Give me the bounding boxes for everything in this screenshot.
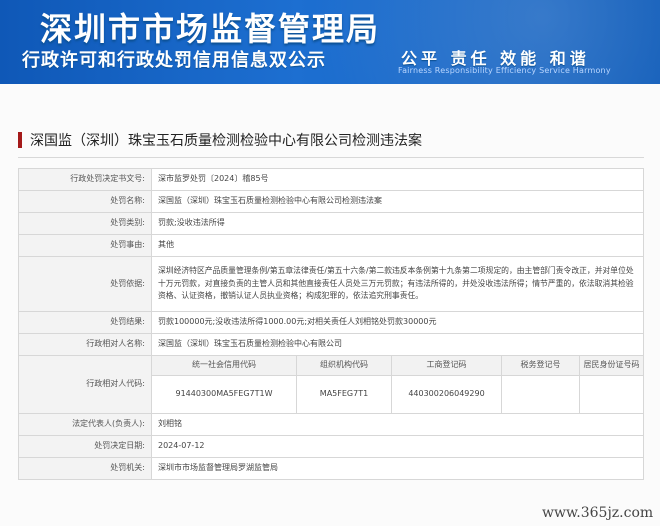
penalty-name-label: 处罚名称: [18, 190, 152, 213]
table-row: 行政相对人代码: 统一社会信用代码 组织机构代码 工商登记码 税务登记号 居民身… [18, 355, 644, 414]
penalty-agency-value: 深圳市市场监督管理局罗湖监管局 [151, 457, 644, 480]
watermark: www.365jz.com [542, 505, 654, 521]
legal-representative-label: 法定代表人(负责人): [18, 413, 152, 436]
table-row: 行政处罚决定书文号: 深市监罗处罚〔2024〕稽85号 [18, 168, 644, 191]
penalty-name-value: 深国监（深圳）珠宝玉石质量检测检验中心有限公司检测违法案 [151, 190, 644, 213]
table-row: 处罚结果: 罚款100000元;没收违法所得1000.00元;对相关责任人刘相铭… [18, 311, 644, 334]
tax-reg-header: 税务登记号 [502, 356, 580, 376]
penalty-result-label: 处罚结果: [18, 311, 152, 334]
table-row: 处罚事由: 其他 [18, 234, 644, 257]
table-row: 处罚决定日期: 2024-07-12 [18, 435, 644, 458]
penalty-basis-value: 深圳经济特区产品质量管理条例/第五章法律责任/第五十六条/第二款违反本条例第十九… [151, 256, 644, 312]
table-row: 行政相对人名称: 深国监（深圳）珠宝玉石质量检测检验中心有限公司 [18, 333, 644, 356]
table-row: 处罚类别: 罚款;没收违法所得 [18, 212, 644, 235]
case-title-text: 深国监（深圳）珠宝玉石质量检测检验中心有限公司检测违法案 [30, 133, 422, 149]
title-accent-bar [18, 132, 22, 148]
decision-date-label: 处罚决定日期: [18, 435, 152, 458]
legal-representative-value: 刘相铭 [151, 413, 644, 436]
penalty-agency-label: 处罚机关: [18, 457, 152, 480]
party-code-label: 行政相对人代码: [18, 355, 152, 414]
decision-date-value: 2024-07-12 [151, 435, 644, 458]
decision-number-label: 行政处罚决定书文号: [18, 168, 152, 191]
case-title: 深国监（深圳）珠宝玉石质量检测检验中心有限公司检测违法案 [18, 130, 422, 150]
penalty-basis-label: 处罚依据: [18, 256, 152, 312]
id-number-value [580, 376, 643, 413]
penalty-result-value: 罚款100000元;没收违法所得1000.00元;对相关责任人刘相铭处罚款300… [151, 311, 644, 334]
party-name-value: 深国监（深圳）珠宝玉石质量检测检验中心有限公司 [151, 333, 644, 356]
tax-reg-value [502, 376, 580, 413]
org-code-header: 组织机构代码 [297, 356, 392, 376]
penalty-type-value: 罚款;没收违法所得 [151, 212, 644, 235]
org-code-value: MA5FEG7T1 [297, 376, 392, 413]
table-row: 处罚名称: 深国监（深圳）珠宝玉石质量检测检验中心有限公司检测违法案 [18, 190, 644, 213]
table-row: 处罚机关: 深圳市市场监督管理局罗湖监管局 [18, 457, 644, 480]
credit-code-value: 91440300MA5FEG7T1W [152, 376, 297, 413]
id-number-header: 居民身份证号码 [580, 356, 643, 376]
site-title: 深圳市市场监督管理局 [40, 10, 381, 48]
penalty-reason-label: 处罚事由: [18, 234, 152, 257]
party-code-cell: 统一社会信用代码 组织机构代码 工商登记码 税务登记号 居民身份证号码 9144… [151, 355, 644, 414]
penalty-type-label: 处罚类别: [18, 212, 152, 235]
table-row: 处罚依据: 深圳经济特区产品质量管理条例/第五章法律责任/第五十六条/第二款违反… [18, 256, 644, 312]
penalty-reason-value: 其他 [151, 234, 644, 257]
title-divider [18, 157, 644, 158]
party-code-grid: 统一社会信用代码 组织机构代码 工商登记码 税务登记号 居民身份证号码 9144… [152, 356, 643, 413]
business-reg-header: 工商登记码 [392, 356, 502, 376]
party-name-label: 行政相对人名称: [18, 333, 152, 356]
penalty-info-table: 行政处罚决定书文号: 深市监罗处罚〔2024〕稽85号 处罚名称: 深国监（深圳… [18, 168, 644, 480]
credit-code-header: 统一社会信用代码 [152, 356, 297, 376]
business-reg-value: 440300206049290 [392, 376, 502, 413]
decision-number-value: 深市监罗处罚〔2024〕稽85号 [151, 168, 644, 191]
site-header-banner: 深圳市市场监督管理局 行政许可和行政处罚信用信息双公示 公平 责任 效能 和谐 … [0, 0, 660, 84]
site-subtitle: 行政许可和行政处罚信用信息双公示 [22, 50, 326, 71]
table-row: 法定代表人(负责人): 刘相铭 [18, 413, 644, 436]
motto-english: Fairness Responsibility Efficiency Servi… [398, 66, 611, 75]
